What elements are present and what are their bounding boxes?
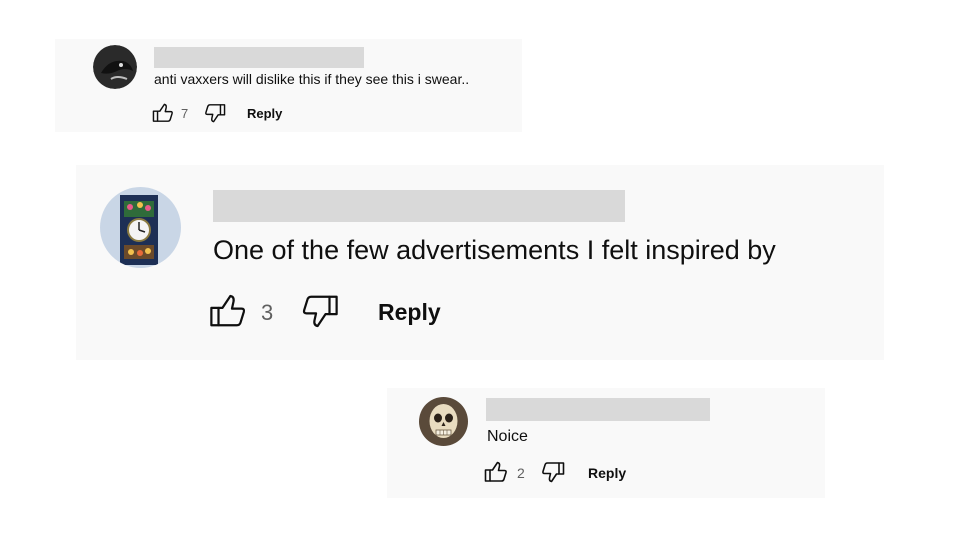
dark-bird-avatar-icon (93, 45, 137, 89)
dislike-button[interactable] (204, 103, 226, 123)
dislike-button[interactable] (541, 461, 565, 483)
thumbs-down-icon (204, 103, 226, 123)
like-count: 2 (517, 465, 525, 481)
user-avatar[interactable] (419, 397, 468, 446)
thumbs-up-icon (209, 293, 247, 329)
reply-button[interactable]: Reply (378, 299, 441, 326)
thumbs-up-icon (152, 103, 174, 123)
like-button[interactable] (209, 293, 247, 329)
reply-button[interactable]: Reply (588, 465, 626, 481)
redacted-username (154, 47, 364, 68)
comment-text: anti vaxxers will dislike this if they s… (154, 71, 470, 87)
like-count: 7 (181, 106, 189, 121)
comment-card: One of the few advertisements I felt ins… (76, 165, 884, 360)
like-button[interactable] (484, 461, 508, 483)
like-count: 3 (261, 300, 274, 325)
dislike-button[interactable] (301, 293, 339, 329)
user-avatar[interactable] (93, 45, 137, 89)
comment-text: Noice (487, 428, 528, 445)
skull-avatar-icon (419, 397, 468, 446)
clock-tower-avatar-icon (100, 187, 181, 268)
redacted-username (486, 398, 710, 421)
reply-button[interactable]: Reply (247, 106, 282, 121)
thumbs-down-icon (541, 461, 565, 483)
thumbs-down-icon (301, 293, 339, 329)
redacted-username (213, 190, 625, 222)
like-button[interactable] (152, 103, 174, 123)
comment-card: anti vaxxers will dislike this if they s… (55, 39, 522, 132)
thumbs-up-icon (484, 461, 508, 483)
user-avatar[interactable] (100, 187, 181, 268)
comment-card: Noice 2 Reply (387, 388, 825, 498)
comment-text: One of the few advertisements I felt ins… (213, 235, 776, 265)
